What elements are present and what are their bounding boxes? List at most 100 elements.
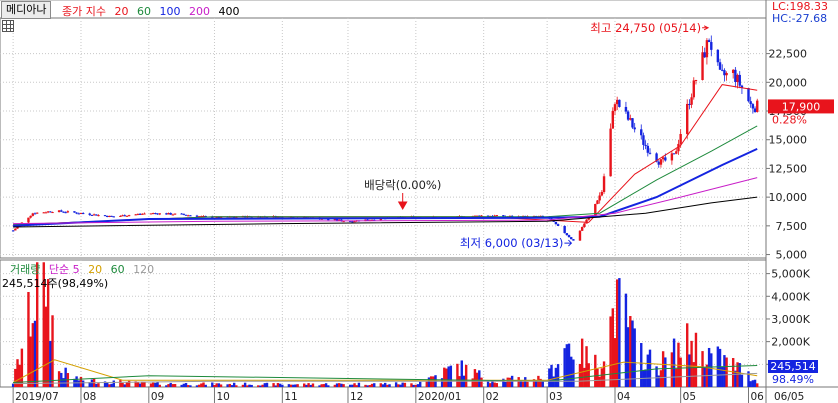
candle-body	[156, 213, 159, 215]
volume-bar	[241, 384, 245, 387]
volume-bar	[710, 353, 713, 387]
candle-body	[123, 215, 126, 217]
volume-bar	[412, 384, 415, 387]
volume-bar	[230, 385, 234, 387]
volume-bar	[281, 384, 284, 387]
candle-body	[182, 213, 186, 215]
candle-body	[64, 212, 67, 214]
candle-body	[556, 224, 560, 226]
ma-100-label[interactable]: 100	[159, 5, 180, 18]
volume-bar	[445, 368, 448, 387]
x-tick-label: 03	[549, 391, 562, 403]
candle-body	[644, 144, 647, 146]
candle-body	[106, 215, 109, 218]
volume-bar	[79, 376, 83, 387]
volume-bar	[272, 383, 275, 387]
candle-body	[721, 69, 724, 71]
volume-bar	[624, 293, 628, 387]
y-tick-label: 20,000	[769, 76, 808, 89]
candle-body	[688, 103, 691, 105]
volume-bar	[14, 368, 17, 387]
volume-bar	[324, 383, 328, 387]
volume-bar	[526, 381, 529, 387]
candle-body	[659, 159, 663, 165]
candle-body	[108, 215, 111, 218]
volume-bar	[265, 382, 269, 387]
volume-bar	[305, 384, 308, 387]
volume-bar	[261, 384, 264, 387]
volume-bar	[403, 382, 407, 387]
volume-bar	[108, 384, 111, 387]
volume-bar	[335, 383, 339, 387]
volume-bar	[309, 384, 312, 387]
volume-bar	[419, 381, 422, 387]
volume-bar	[410, 383, 413, 387]
candle-body	[171, 214, 175, 216]
ma-60-label[interactable]: 60	[137, 5, 151, 18]
last-change-label: 0.28%	[772, 113, 807, 126]
candle-body	[679, 133, 682, 144]
ma-20-label[interactable]: 20	[114, 5, 128, 18]
candle-body	[14, 228, 17, 231]
candle-body	[51, 212, 54, 214]
volume-bar	[274, 385, 277, 387]
vol-ma-120-label[interactable]: 120	[133, 263, 154, 276]
candle-body	[121, 215, 124, 217]
volume-bar	[182, 383, 186, 387]
last-price-label: 17,900	[782, 100, 821, 113]
candle-body	[657, 161, 660, 165]
volume-bar	[596, 368, 599, 387]
candle-body	[184, 214, 188, 216]
volume-bar	[49, 340, 52, 387]
stock-chart[interactable]: 2019/07 08 09 10 11 12 2020/01 02 03 04 05 06 06/05 5…	[0, 0, 838, 403]
volume-bar	[718, 348, 722, 387]
volume-bar	[594, 354, 597, 387]
volume-bar	[226, 384, 229, 387]
price-legend-prefix: 종가 지수	[62, 5, 106, 18]
stock-name-button[interactable]: 메디아나	[1, 1, 52, 19]
volume-bar	[517, 377, 520, 387]
volume-bar	[670, 352, 674, 387]
volume-bar	[567, 343, 571, 387]
volume-bar	[211, 382, 214, 387]
volume-bar	[195, 385, 199, 387]
volume-bar	[646, 354, 650, 387]
volume-bar	[587, 363, 590, 387]
volume-bar	[57, 371, 61, 387]
ma-200-label[interactable]: 200	[189, 5, 210, 18]
candle-body	[602, 176, 606, 192]
volume-bar	[731, 358, 735, 387]
volume-bar	[138, 383, 142, 387]
grid-icon[interactable]	[2, 20, 14, 32]
volume-bar	[143, 382, 146, 387]
volume-bar	[318, 385, 321, 387]
candle-body	[736, 74, 739, 82]
candle-body	[642, 135, 645, 145]
candle-body	[79, 213, 83, 215]
x-tick-label: 06/05	[774, 391, 804, 403]
volume-bar	[119, 380, 122, 387]
y-tick-label: 7,500	[776, 220, 808, 233]
candle-body	[565, 233, 569, 236]
candle-body	[718, 62, 722, 70]
volume-bar	[570, 356, 573, 387]
x-tick-label: 05	[683, 391, 696, 403]
ma-400-label[interactable]: 400	[218, 5, 239, 18]
volume-bar	[197, 384, 201, 387]
volume-bar	[471, 378, 474, 387]
volume-bar	[90, 379, 94, 387]
candle-body	[567, 235, 571, 238]
candle-body	[60, 210, 63, 212]
candle-body	[731, 69, 735, 73]
x-tick-label: 12	[350, 391, 363, 403]
volume-bar	[81, 380, 85, 387]
volume-bar	[598, 376, 601, 387]
vol-ma-60-label[interactable]: 60	[111, 263, 125, 276]
volume-bar	[263, 383, 267, 387]
volume-bar	[33, 320, 37, 387]
volume-bar	[664, 357, 667, 387]
candle-body	[554, 221, 558, 225]
candle-body	[749, 101, 752, 105]
candle-body	[31, 213, 35, 216]
candle-body	[583, 223, 586, 228]
